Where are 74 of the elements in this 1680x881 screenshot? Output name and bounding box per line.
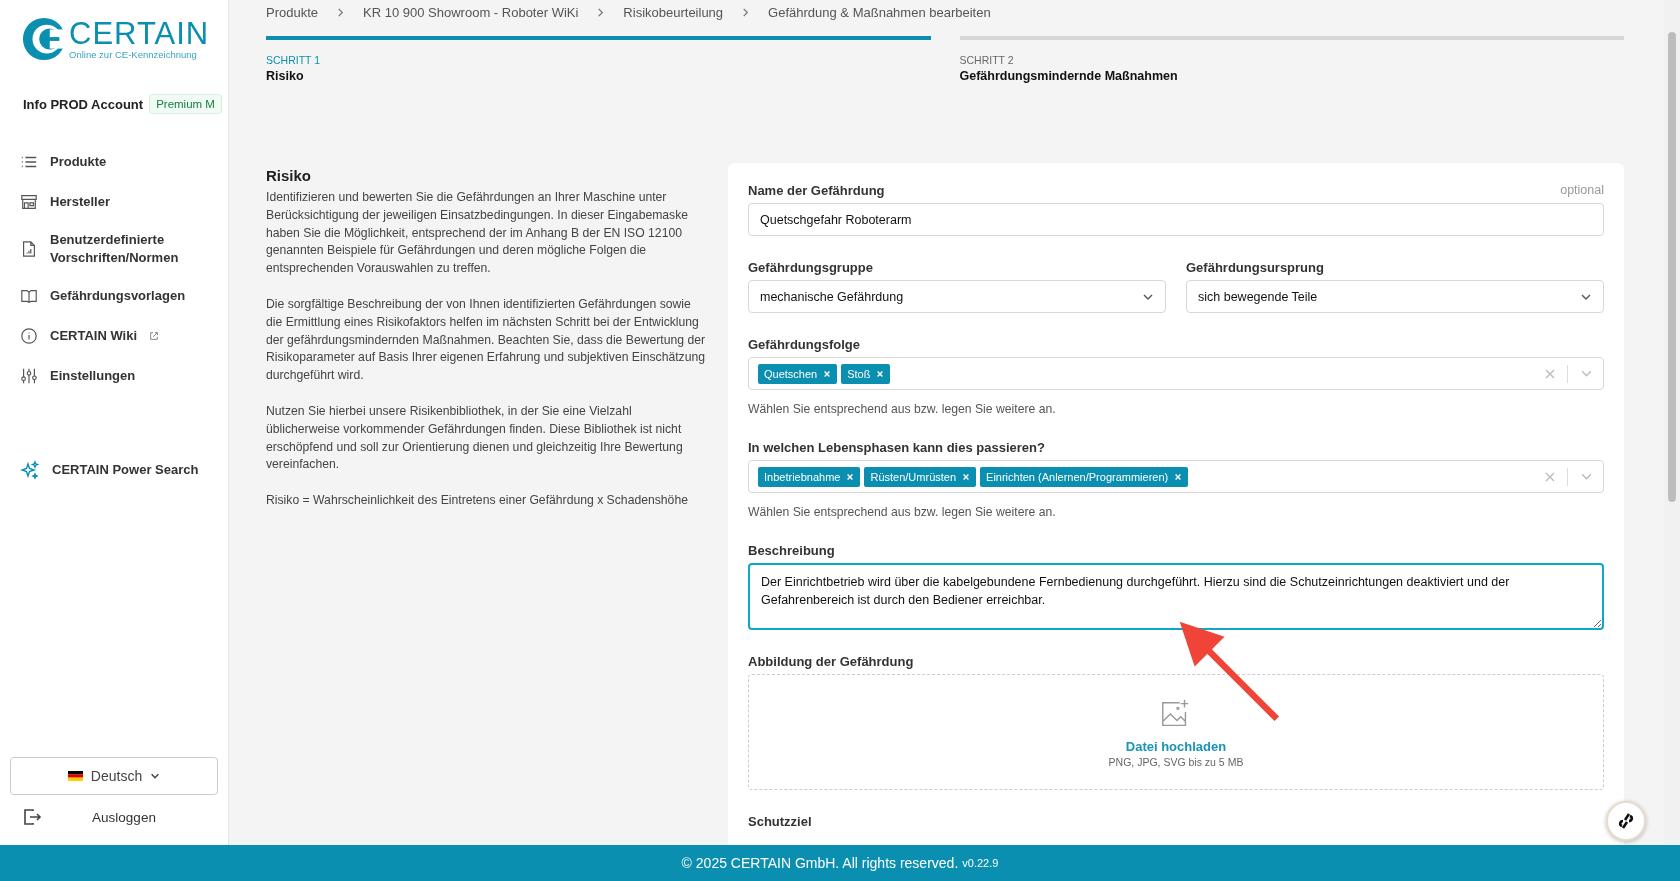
- intro-paragraph: Nutzen Sie hierbei unsere Risikenbibliothek, in der Sie eine Vielzahl üblicherweise vorkommender Gefährdungen finden. Diese Bibliothek ist nicht erschöpfend und soll zur Orientierung dienen und gleichzeitig Ihre Bewertung vereinfachen.: [266, 402, 684, 474]
- step-tab[interactable]: SCHRITT 1 Risiko: [266, 36, 931, 83]
- sparkles-icon: [20, 460, 40, 480]
- field-label: Gefährdungsursprung: [1186, 260, 1325, 275]
- clear-icon[interactable]: [1545, 368, 1555, 379]
- description-textarea[interactable]: Der Einrichtbetrieb wird über die kabelgebundene Fernbedienung durchgeführt. Hierzu sind die Schutzeinrichtungen deaktiviert und der Gefahrenbereich ist durch den Bediener erreichbar.: [748, 563, 1604, 630]
- logout-link[interactable]: Ausloggen: [42, 809, 206, 825]
- help-text: Wählen Sie entsprechend aus bzw. legen Sie weitere an.: [748, 505, 1057, 519]
- field-label: Name der Gefährdung: [748, 183, 885, 198]
- remove-icon[interactable]: [962, 472, 971, 481]
- chevron-right-icon: [741, 8, 751, 17]
- logo-tagline: Online zur CE-Kennzeichnung: [69, 48, 198, 60]
- book-icon: [20, 287, 38, 305]
- field-label: Gefährdungsgruppe: [748, 260, 874, 275]
- remove-icon[interactable]: [1174, 472, 1183, 481]
- nav-item[interactable]: Produkte: [10, 142, 218, 182]
- chevron-right-icon: [596, 8, 606, 17]
- power-search-link[interactable]: CERTAIN Power Search: [10, 450, 218, 490]
- select-field[interactable]: sich bewegende Teile: [1186, 280, 1604, 313]
- clear-icon[interactable]: [1545, 471, 1555, 482]
- upload-hint: PNG, JPG, SVG bis zu 5 MB: [1108, 755, 1244, 768]
- breadcrumb-link[interactable]: KR 10 900 Showroom - Roboter WiKi: [363, 5, 579, 20]
- chevron-right-icon: [336, 8, 346, 17]
- breadcrumb-link[interactable]: Gefährdung & Maßnahmen bearbeiten: [768, 5, 991, 20]
- nav-item[interactable]: Hersteller: [10, 182, 218, 222]
- upload-dropzone[interactable]: Datei hochladen PNG, JPG, SVG bis zu 5 MB: [748, 674, 1604, 790]
- version-label: v0.22.9: [962, 857, 999, 869]
- upload-link[interactable]: Datei hochladen: [1125, 738, 1227, 754]
- nav-item[interactable]: Einstellungen: [10, 356, 218, 396]
- tag-chip: Stoß: [841, 363, 891, 384]
- step-tab[interactable]: SCHRITT 2 Gefährdungsmindernde Maßnahmen: [959, 36, 1624, 83]
- multi-select-field[interactable]: Quetschen Stoß: [748, 357, 1604, 390]
- remove-icon[interactable]: [876, 369, 885, 378]
- nav-item[interactable]: Gefährdungsvorlagen: [10, 276, 218, 316]
- optional-hint: optional: [1560, 183, 1604, 198]
- tag-chip: Einrichten (Anlernen/Programmieren): [980, 466, 1189, 487]
- floating-action-button[interactable]: [1606, 801, 1646, 841]
- field-label: Beschreibung: [748, 543, 836, 558]
- copyright-text: © 2025 CERTAIN GmbH. All rights reserved.: [681, 855, 959, 871]
- breadcrumb-link[interactable]: Risikobeurteilung: [623, 5, 724, 20]
- plan-badge: Premium M: [149, 94, 222, 114]
- remove-icon[interactable]: [823, 369, 832, 378]
- tag-chip: Inbetriebnahme: [758, 466, 861, 487]
- tag-chip: Quetschen: [758, 363, 838, 384]
- select-field[interactable]: mechanische Gefährdung: [748, 280, 1166, 313]
- logo-icon: [21, 16, 67, 62]
- field-label: In welchen Lebensphasen kann dies passieren?: [748, 440, 1046, 455]
- external-link-icon: [149, 331, 160, 341]
- section-title: Risiko: [266, 167, 312, 184]
- hazard-name-input[interactable]: Quetschgefahr Roboterarm: [748, 203, 1604, 236]
- logout-icon[interactable]: [22, 807, 42, 827]
- field-label: Schutzziel: [748, 814, 813, 829]
- document-icon: [20, 240, 38, 258]
- intro-paragraph: Identifizieren und bewerten Sie die Gefährdungen an Ihrer Maschine unter Berücksichtigung der jeweiligen Einsatzbedingungen. In dieser Eingabemaske haben Sie die Möglichkeit, entsprechend der im Anhang B der EN ISO 12100 genannten Beispiele für Gefährdungen und deren mögliche Folgen die entsprechenden Vorauswahlen zu treffen.: [266, 189, 690, 278]
- nav-item[interactable]: CERTAIN Wiki: [10, 316, 218, 356]
- intro-paragraph: Risiko = Wahrscheinlichkeit des Eintretens einer Gefährdung x Schadenshöhe: [266, 492, 689, 510]
- logo-wordmark: CERTAIN: [69, 18, 210, 49]
- intro-paragraph: Die sorgfältige Beschreibung der von Ihnen identifizierten Gefährdungen sowie die Ermittlung eines Risikofaktors helfen im nächsten Schritt bei der Entwicklung der gefährdungsmindernden Maßnahmen. Beachten Sie, dass die Bewertung der Risikoparameter auf Basis Ihrer eigenen Erfahrung und subjektiven Einschätzung durchgeführt wird.: [266, 296, 707, 385]
- language-selector[interactable]: Deutsch: [10, 757, 218, 795]
- tag-chip: Rüsten/Umrüsten: [864, 466, 977, 487]
- account-name: Info PROD Account: [23, 96, 144, 112]
- store-icon: [20, 193, 38, 211]
- multi-select-field[interactable]: Inbetriebnahme Rüsten/Umrüsten Einrichten (Anlernen/Programmieren): [748, 460, 1604, 493]
- link-icon: [1616, 811, 1636, 831]
- info-icon: [20, 327, 38, 345]
- breadcrumb-link[interactable]: Produkte: [266, 5, 319, 20]
- field-label: Abbildung der Gefährdung: [748, 654, 915, 669]
- chevron-down-icon: [150, 771, 161, 781]
- nav-item[interactable]: Benutzerdefinierte Vorschriften/Normen: [10, 222, 218, 276]
- field-label: Gefährdungsfolge: [748, 337, 861, 352]
- help-text: Wählen Sie entsprechend aus bzw. legen Sie weitere an.: [748, 402, 1057, 416]
- german-flag-icon: [67, 771, 83, 781]
- remove-icon[interactable]: [846, 472, 855, 481]
- sliders-icon: [20, 367, 38, 385]
